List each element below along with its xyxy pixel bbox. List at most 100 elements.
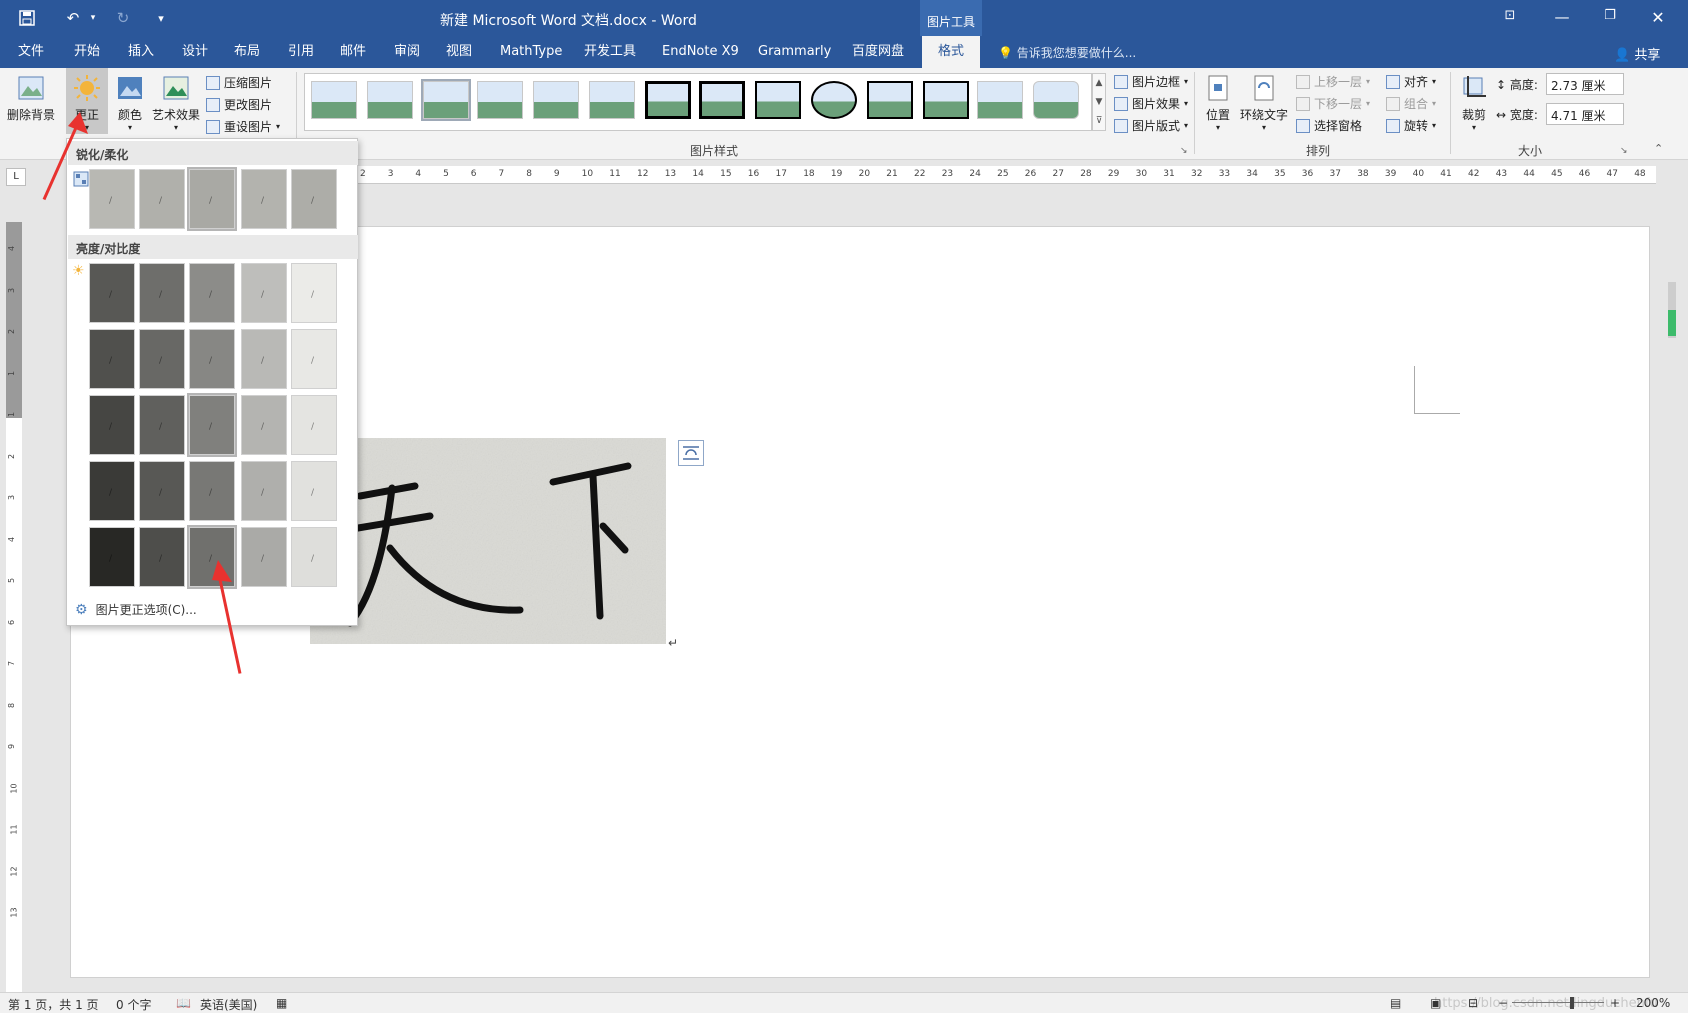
tab-baidu[interactable]: 百度网盘 <box>846 36 910 68</box>
proofing-icon[interactable]: 📖 <box>176 996 191 1010</box>
color-button[interactable]: 颜色 ▾ <box>112 74 148 132</box>
brightness-contrast-option[interactable]: / <box>291 461 337 521</box>
customize-quick-access-icon[interactable]: ▾ <box>154 8 168 28</box>
close-icon[interactable]: ✕ <box>1646 8 1670 28</box>
word-count[interactable]: 0 个字 <box>116 996 151 1013</box>
artistic-effects-button[interactable]: 艺术效果 ▾ <box>150 74 202 132</box>
picture-corrections-options-link[interactable]: ⚙ 图片更正选项(C)... <box>75 601 197 618</box>
brightness-contrast-option[interactable]: / <box>187 393 237 457</box>
macro-icon[interactable]: ▦ <box>276 996 287 1010</box>
save-icon[interactable] <box>16 8 38 28</box>
collapse-ribbon-icon[interactable]: ⌃ <box>1654 142 1663 155</box>
tab-view[interactable]: 视图 <box>440 36 478 68</box>
brightness-contrast-option[interactable]: / <box>189 263 235 323</box>
picture-layout-button[interactable]: 图片版式 ▾ <box>1114 117 1188 134</box>
rotate-button[interactable]: 旋转 ▾ <box>1386 117 1436 134</box>
tab-developer[interactable]: 开发工具 <box>578 36 642 68</box>
brightness-contrast-option[interactable]: / <box>89 263 135 323</box>
picture-border-button[interactable]: 图片边框 ▾ <box>1114 73 1188 90</box>
tell-me-search[interactable]: 💡 告诉我您想要做什么... <box>998 44 1136 61</box>
brightness-contrast-option[interactable]: / <box>139 395 185 455</box>
brightness-contrast-option[interactable]: / <box>189 329 235 389</box>
tab-format[interactable]: 格式 <box>922 36 980 68</box>
web-layout-icon[interactable]: ⊟ <box>1468 996 1478 1010</box>
tab-home[interactable]: 开始 <box>68 36 106 68</box>
group-button[interactable]: 组合 ▾ <box>1386 95 1436 112</box>
zoom-slider[interactable] <box>1512 1002 1604 1003</box>
brightness-contrast-option[interactable]: / <box>241 527 287 587</box>
zoom-slider-thumb[interactable] <box>1570 997 1574 1009</box>
brightness-contrast-option[interactable]: / <box>139 263 185 323</box>
share-button[interactable]: 👤 共享 <box>1614 44 1660 63</box>
reset-picture-button[interactable]: 重设图片 ▾ <box>206 118 280 135</box>
sharpen-option[interactable]: / <box>139 169 185 229</box>
gallery-scroll[interactable]: ▲ ▼ ⊽ <box>1092 73 1106 131</box>
brightness-contrast-option[interactable]: / <box>241 263 287 323</box>
brightness-contrast-option[interactable]: / <box>89 461 135 521</box>
brightness-contrast-option[interactable]: / <box>89 329 135 389</box>
picture-style-soft-edge[interactable] <box>367 81 413 119</box>
picture-style-double-frame[interactable] <box>755 81 801 119</box>
redo-icon[interactable]: ↻ <box>112 8 134 28</box>
tab-endnote[interactable]: EndNote X9 <box>656 36 745 68</box>
sharpen-option[interactable]: / <box>241 169 287 229</box>
tab-layout[interactable]: 布局 <box>228 36 266 68</box>
tab-mailings[interactable]: 邮件 <box>334 36 372 68</box>
size-dialog-launcher-icon[interactable]: ↘ <box>1620 146 1628 156</box>
picture-style-simple-frame[interactable] <box>311 81 357 119</box>
picture-effects-button[interactable]: 图片效果 ▾ <box>1114 95 1188 112</box>
horizontal-ruler[interactable]: 2 3 4 5 6 7 8 9 10 11 12 13 14 15 16 17 18 19 20 21 22 23 24 25… <box>356 166 1656 184</box>
restore-icon[interactable]: ❐ <box>1598 8 1622 28</box>
vertical-ruler[interactable]: 4 3 2 1 1 2 3 4 5 6 7 8 9 10 11 12 13 <box>6 222 22 992</box>
layout-options-icon[interactable] <box>678 440 704 466</box>
tab-design[interactable]: 设计 <box>176 36 214 68</box>
height-input[interactable]: 2.73 厘米 <box>1546 73 1624 95</box>
brightness-contrast-option[interactable]: / <box>291 527 337 587</box>
brightness-contrast-option[interactable]: / <box>139 329 185 389</box>
tab-file[interactable]: 文件 <box>12 36 50 68</box>
minimize-icon[interactable]: — <box>1550 8 1574 28</box>
tab-mathtype[interactable]: MathType <box>494 36 568 68</box>
tab-grammarly[interactable]: Grammarly <box>752 36 837 68</box>
picture-style-reflected[interactable] <box>533 81 579 119</box>
remove-background-button[interactable]: 删除背景 <box>4 74 58 123</box>
width-input[interactable]: 4.71 厘米 <box>1546 103 1624 125</box>
picture-style-rounded-diagonal[interactable] <box>1033 81 1079 119</box>
tab-review[interactable]: 审阅 <box>388 36 426 68</box>
brightness-contrast-option[interactable]: / <box>89 527 135 587</box>
undo-icon[interactable]: ↶ <box>60 8 86 28</box>
picture-style-metal-frame[interactable] <box>867 81 913 119</box>
brightness-contrast-option[interactable]: / <box>291 263 337 323</box>
picture-style-center-shadow[interactable] <box>923 81 969 119</box>
sharpen-option[interactable]: / <box>89 169 135 229</box>
picture-style-perspective[interactable] <box>977 81 1023 119</box>
vertical-scrollbar[interactable] <box>1664 190 1684 990</box>
styles-dialog-launcher-icon[interactable]: ↘ <box>1180 146 1188 156</box>
page-count[interactable]: 第 1 页，共 1 页 <box>8 996 99 1013</box>
picture-style-soft-oval[interactable] <box>589 81 635 119</box>
send-backward-button[interactable]: 下移一层 ▾ <box>1296 95 1370 112</box>
ribbon-display-options-icon[interactable]: ⊡ <box>1498 8 1522 28</box>
zoom-in-icon[interactable]: + <box>1610 996 1620 1010</box>
tab-references[interactable]: 引用 <box>282 36 320 68</box>
bring-forward-button[interactable]: 上移一层 ▾ <box>1296 73 1370 90</box>
sharpen-option[interactable]: / <box>187 167 237 231</box>
wrap-text-button[interactable]: 环绕文字 ▾ <box>1238 74 1290 132</box>
picture-style-rounded[interactable] <box>477 81 523 119</box>
document-image[interactable] <box>310 438 666 644</box>
brightness-contrast-option[interactable]: / <box>291 395 337 455</box>
brightness-contrast-option[interactable]: / <box>189 461 235 521</box>
print-layout-icon[interactable]: ▣ <box>1430 996 1441 1010</box>
position-button[interactable]: 位置 ▾ <box>1200 74 1236 132</box>
brightness-contrast-option[interactable]: / <box>89 395 135 455</box>
tab-selector[interactable]: L <box>6 168 26 186</box>
brightness-contrast-option[interactable]: / <box>241 461 287 521</box>
picture-style-black-frame[interactable] <box>645 81 691 119</box>
brightness-contrast-option[interactable]: / <box>241 329 287 389</box>
brightness-contrast-option[interactable]: / <box>291 329 337 389</box>
picture-style-oval[interactable] <box>811 81 857 119</box>
align-button[interactable]: 对齐 ▾ <box>1386 73 1436 90</box>
crop-button[interactable]: 裁剪 ▾ <box>1456 74 1492 132</box>
compress-pictures-button[interactable]: 压缩图片 <box>206 74 272 91</box>
language-indicator[interactable]: 英语(美国) <box>200 996 257 1013</box>
